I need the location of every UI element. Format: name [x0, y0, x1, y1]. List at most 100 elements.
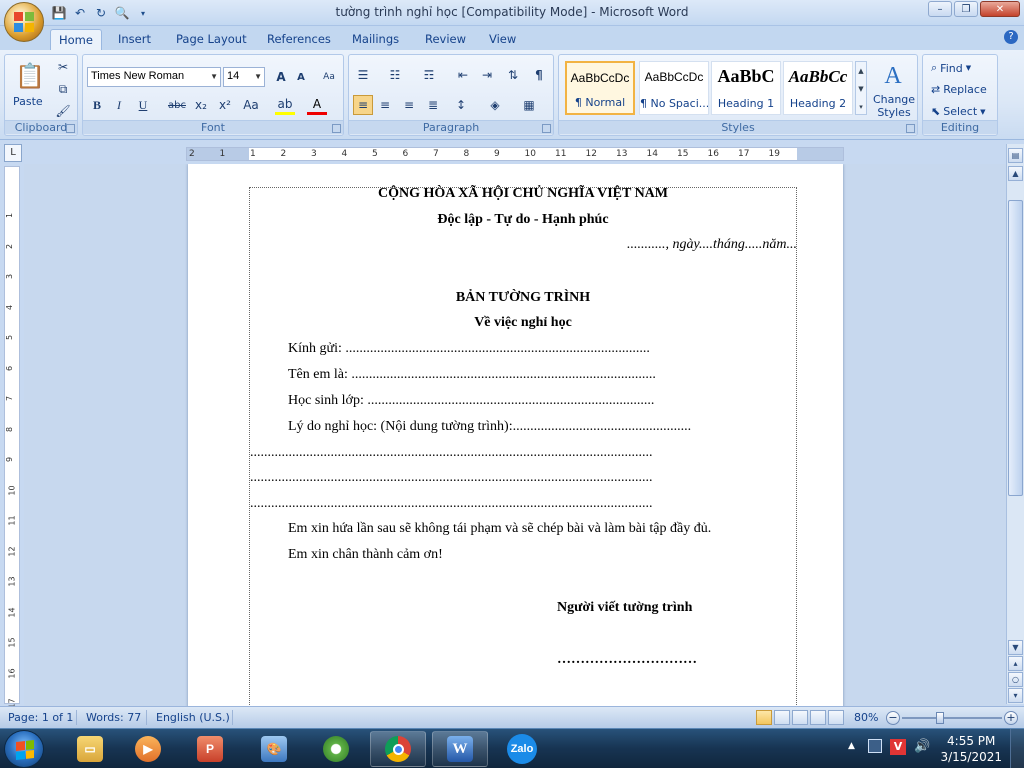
- increase-indent-icon[interactable]: ⇥: [477, 65, 497, 85]
- zoom-slider-knob[interactable]: [936, 712, 944, 724]
- scroll-up-button[interactable]: ▲: [1008, 166, 1023, 181]
- zoom-out-button[interactable]: −: [886, 711, 900, 725]
- network-icon[interactable]: [868, 739, 882, 753]
- tab-home[interactable]: Home: [50, 29, 102, 50]
- italic-button[interactable]: I: [109, 95, 129, 115]
- minimize-button[interactable]: –: [928, 1, 952, 17]
- close-button[interactable]: ✕: [980, 1, 1020, 17]
- justify-icon[interactable]: ≣: [423, 95, 443, 115]
- draft-view-icon[interactable]: [828, 710, 844, 725]
- taskbar-zalo[interactable]: Zalo: [494, 731, 550, 767]
- align-left-icon[interactable]: ≡: [353, 95, 373, 115]
- taskbar-media-player[interactable]: ▶: [120, 731, 176, 767]
- change-case-button[interactable]: Aa: [241, 95, 261, 115]
- tab-references[interactable]: References: [259, 29, 339, 50]
- style-heading-2[interactable]: AaBbCc Heading 2: [783, 61, 853, 115]
- clipboard-launcher-icon[interactable]: [66, 124, 75, 133]
- next-page-icon[interactable]: ▾: [1008, 688, 1023, 703]
- clear-formatting-icon[interactable]: Aa: [319, 67, 339, 87]
- tab-insert[interactable]: Insert: [110, 29, 159, 50]
- full-screen-reading-view-icon[interactable]: [774, 710, 790, 725]
- paste-button[interactable]: Paste: [13, 95, 43, 108]
- scroll-thumb[interactable]: [1008, 200, 1023, 496]
- align-right-icon[interactable]: ≡: [399, 95, 419, 115]
- format-painter-icon[interactable]: 🖌: [53, 101, 73, 121]
- outline-view-icon[interactable]: [810, 710, 826, 725]
- numbering-icon[interactable]: ☷: [385, 65, 405, 85]
- show-desktop-button[interactable]: [1010, 729, 1024, 768]
- line-spacing-icon[interactable]: ↕: [451, 95, 471, 115]
- office-button[interactable]: [4, 2, 44, 42]
- scroll-down-button[interactable]: ▼: [1008, 640, 1023, 655]
- cut-icon[interactable]: ✂: [53, 57, 73, 77]
- styles-scroll[interactable]: ▲ ▼ ▾: [855, 61, 867, 115]
- font-name-combo[interactable]: Times New Roman ▼: [87, 67, 221, 87]
- styles-launcher-icon[interactable]: [906, 124, 915, 133]
- zoom-slider-track[interactable]: [902, 717, 1002, 719]
- language-indicator[interactable]: English (U.S.): [156, 711, 230, 724]
- restore-button[interactable]: ❐: [954, 1, 978, 17]
- tab-page-layout[interactable]: Page Layout: [168, 29, 255, 50]
- sort-icon[interactable]: ⇅: [503, 65, 523, 85]
- taskbar-powerpoint[interactable]: P: [182, 731, 238, 767]
- help-icon[interactable]: ?: [1004, 30, 1018, 44]
- zoom-level[interactable]: 80%: [854, 711, 878, 724]
- borders-icon[interactable]: ▦: [519, 95, 539, 115]
- align-center-icon[interactable]: ≡: [375, 95, 395, 115]
- taskbar-ccleaner[interactable]: [308, 731, 364, 767]
- document-page[interactable]: CỘNG HÒA XÃ HỘI CHỦ NGHĨA VIỆT NAM Độc l…: [188, 164, 843, 706]
- tab-mailings[interactable]: Mailings: [344, 29, 407, 50]
- highlight-icon[interactable]: ab: [275, 95, 295, 115]
- grow-font-button[interactable]: A: [271, 67, 291, 87]
- style-no-spacing[interactable]: AaBbCcDc ¶ No Spaci...: [639, 61, 709, 115]
- copy-icon[interactable]: ⧉: [53, 79, 73, 99]
- volume-icon[interactable]: 🔊: [914, 739, 930, 754]
- style-normal[interactable]: AaBbCcDc ¶ Normal: [565, 61, 635, 115]
- taskbar-file-explorer[interactable]: ▭: [62, 731, 118, 767]
- clock[interactable]: 4:55 PM 3/15/2021: [940, 733, 1002, 765]
- change-styles-icon[interactable]: A: [877, 61, 909, 91]
- print-layout-view-icon[interactable]: [756, 710, 772, 725]
- select-browse-object-icon[interactable]: ○: [1008, 672, 1023, 687]
- bold-button[interactable]: B: [87, 95, 107, 115]
- shrink-font-button[interactable]: A: [291, 67, 311, 87]
- strikethrough-button[interactable]: abc: [167, 95, 187, 115]
- font-color-button[interactable]: A: [307, 95, 327, 115]
- ruler-toggle-icon[interactable]: ▤: [1008, 148, 1023, 163]
- antivirus-icon[interactable]: V: [890, 739, 906, 755]
- superscript-button[interactable]: x²: [215, 95, 235, 115]
- underline-button[interactable]: U: [133, 95, 153, 115]
- taskbar-chrome[interactable]: [370, 731, 426, 767]
- start-button[interactable]: [4, 730, 44, 768]
- font-size-combo[interactable]: 14 ▼: [223, 67, 265, 87]
- style-heading-1[interactable]: AaBbC Heading 1: [711, 61, 781, 115]
- previous-page-icon[interactable]: ▴: [1008, 656, 1023, 671]
- multilevel-list-icon[interactable]: ☶: [419, 65, 439, 85]
- document-workspace[interactable]: CỘNG HÒA XÃ HỘI CHỦ NGHĨA VIỆT NAM Độc l…: [24, 164, 1006, 706]
- decrease-indent-icon[interactable]: ⇤: [453, 65, 473, 85]
- tab-selector-icon[interactable]: L: [4, 144, 22, 162]
- zoom-in-button[interactable]: +: [1004, 711, 1018, 725]
- page-count[interactable]: Page: 1 of 1: [8, 711, 73, 724]
- paste-icon[interactable]: 📋: [13, 59, 47, 93]
- tab-review[interactable]: Review: [417, 29, 474, 50]
- paragraph-launcher-icon[interactable]: [542, 124, 551, 133]
- select-button[interactable]: ⬉ Select ▼: [931, 105, 986, 118]
- tray-expand-icon[interactable]: ▲: [848, 741, 855, 751]
- subscript-button[interactable]: x₂: [191, 95, 211, 115]
- vertical-scrollbar[interactable]: ▤ ▲ ▼ ▴ ○ ▾: [1006, 144, 1024, 704]
- find-button[interactable]: ⌕ Find ▼: [931, 61, 971, 75]
- web-layout-view-icon[interactable]: [792, 710, 808, 725]
- shading-icon[interactable]: ◈: [485, 95, 505, 115]
- change-styles-button[interactable]: Change Styles: [871, 93, 917, 119]
- vertical-ruler[interactable]: 1 2 3 4 5 6 7 8 9 10 11 12 13 14 15 16 17: [4, 166, 20, 709]
- word-count[interactable]: Words: 77: [86, 711, 141, 724]
- bullets-icon[interactable]: ☰: [353, 65, 373, 85]
- taskbar-paint[interactable]: 🎨: [246, 731, 302, 767]
- taskbar-word[interactable]: W: [432, 731, 488, 767]
- show-formatting-button[interactable]: ¶: [529, 65, 549, 85]
- replace-button[interactable]: ⇄ Replace: [931, 83, 987, 96]
- tab-view[interactable]: View: [481, 29, 524, 50]
- font-launcher-icon[interactable]: [332, 124, 341, 133]
- horizontal-ruler[interactable]: 2 1 1 2 3 4 5 6 7 8 9 10 11 12 13 14 15 16 17 19: [186, 147, 844, 161]
